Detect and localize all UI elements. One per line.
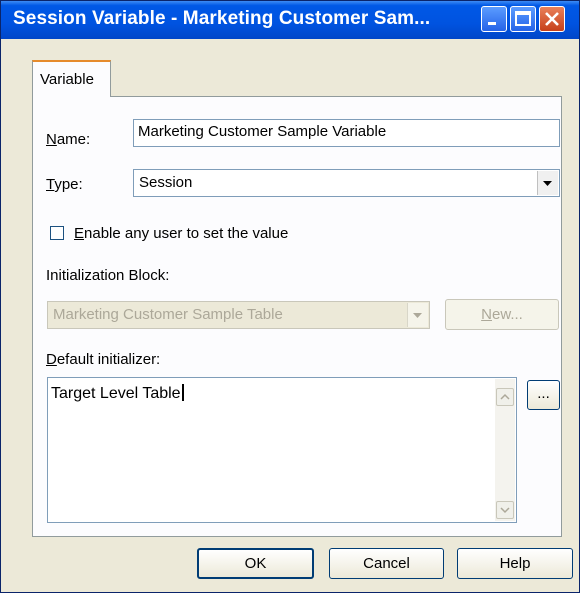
default-initializer-value: Target Level Table [51, 385, 181, 402]
maximize-icon [515, 11, 531, 26]
dropdown-arrow-icon [413, 313, 422, 318]
textarea-scrollbar[interactable] [495, 379, 515, 521]
enable-user-checkbox[interactable] [50, 226, 64, 240]
maximize-button[interactable] [510, 6, 536, 32]
ok-button[interactable]: OK [197, 548, 314, 579]
type-select-value: Session [139, 174, 193, 191]
minimize-icon [488, 22, 496, 25]
ellipsis-button[interactable]: ... [527, 380, 560, 410]
dropdown-arrow-icon [543, 181, 552, 186]
type-label: Type: [46, 176, 83, 193]
minimize-button[interactable] [481, 6, 507, 32]
default-initializer-textarea[interactable]: Target Level Table [47, 377, 517, 523]
new-button: New... [445, 299, 559, 330]
scroll-up-button[interactable] [496, 388, 514, 406]
type-select[interactable]: Session [133, 169, 560, 197]
text-caret [181, 384, 184, 401]
default-initializer-label: Default initializer: [46, 351, 161, 368]
tab-variable[interactable]: Variable [32, 60, 111, 97]
name-label: Name: [46, 131, 91, 148]
init-block-select: Marketing Customer Sample Table [47, 301, 430, 329]
tab-variable-label: Variable [40, 71, 94, 88]
close-icon [545, 12, 559, 26]
init-block-label: Initialization Block: [46, 267, 170, 284]
title-bar[interactable]: Session Variable - Marketing Customer Sa… [1, 1, 579, 39]
init-block-dropdown-button [407, 303, 428, 327]
help-button[interactable]: Help [457, 548, 573, 579]
init-block-value: Marketing Customer Sample Table [53, 306, 283, 323]
window-title: Session Variable - Marketing Customer Sa… [13, 8, 431, 29]
close-button[interactable] [539, 6, 565, 32]
enable-user-label[interactable]: Enable any user to set the value [74, 225, 288, 242]
scroll-down-button[interactable] [496, 501, 514, 519]
scroll-down-icon [500, 507, 510, 514]
name-input[interactable]: Marketing Customer Sample Variable [133, 119, 560, 147]
cancel-button[interactable]: Cancel [329, 548, 444, 579]
type-dropdown-button[interactable] [537, 171, 558, 195]
scroll-up-icon [500, 393, 510, 400]
